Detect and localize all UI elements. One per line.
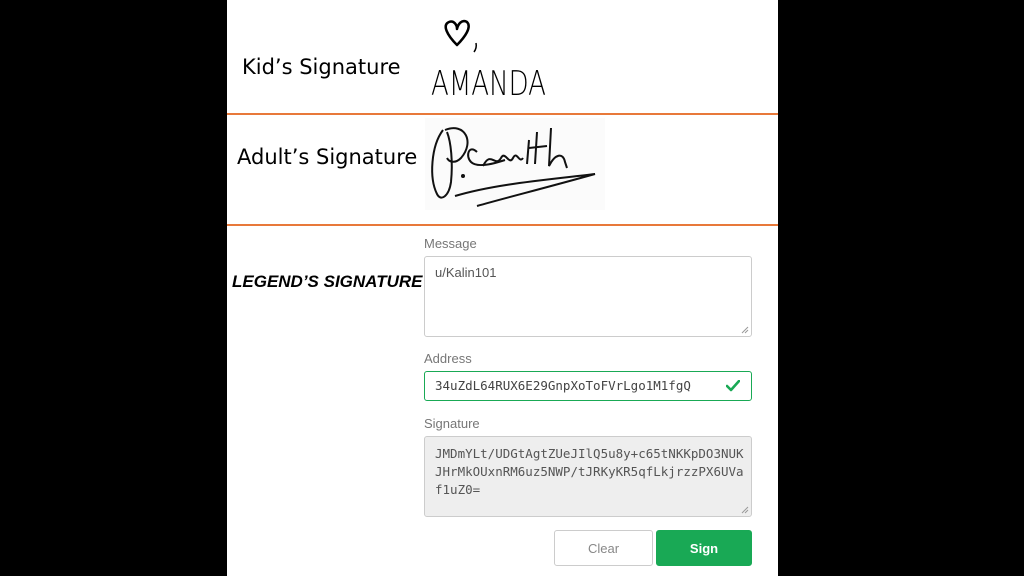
legend-signature-label: LEGEND’S SIGNATURE (232, 272, 423, 291)
sign-button[interactable]: Sign (656, 530, 752, 566)
signature-output[interactable]: JMDmYLt/UDGtAgtZUeJIlQ5u8y+c65tNKKpDO3NU… (424, 436, 752, 517)
address-value: 34uZdL64RUX6E29GnpXoToFVrLgo1M1fgQ (435, 378, 691, 393)
signature-panel: Kid’s Signature AMANDA Adult’s Signature… (227, 0, 778, 576)
heart-icon (444, 19, 470, 47)
adult-signature-label: Adult’s Signature (237, 145, 418, 169)
divider (227, 224, 778, 226)
message-textarea[interactable]: u/Kalin101 (424, 256, 752, 337)
address-input[interactable]: 34uZdL64RUX6E29GnpXoToFVrLgo1M1fgQ (424, 371, 752, 401)
message-value: u/Kalin101 (435, 265, 497, 280)
signature-line: f1uZ0= (435, 482, 481, 497)
clear-button[interactable]: Clear (554, 530, 653, 566)
signature-line: JMDmYLt/UDGtAgtZUeJIlQ5u8y+c65tNKKpDO3NU… (435, 446, 744, 461)
kid-signature-image: AMANDA (431, 19, 546, 104)
signature-line: JHrMkOUxnRM6uz5NWP/tJRKyKR5qfLkjrzzPX6UV… (435, 464, 744, 479)
kid-signature-label: Kid’s Signature (242, 55, 401, 79)
resize-grip-icon[interactable] (741, 506, 749, 514)
signature-label: Signature (424, 416, 480, 431)
message-label: Message (424, 236, 477, 251)
check-icon (726, 380, 740, 392)
address-label: Address (424, 351, 472, 366)
adult-signature-image (425, 118, 605, 210)
divider (227, 113, 778, 115)
kid-signature-text: AMANDA (431, 64, 546, 104)
resize-grip-icon[interactable] (741, 326, 749, 334)
